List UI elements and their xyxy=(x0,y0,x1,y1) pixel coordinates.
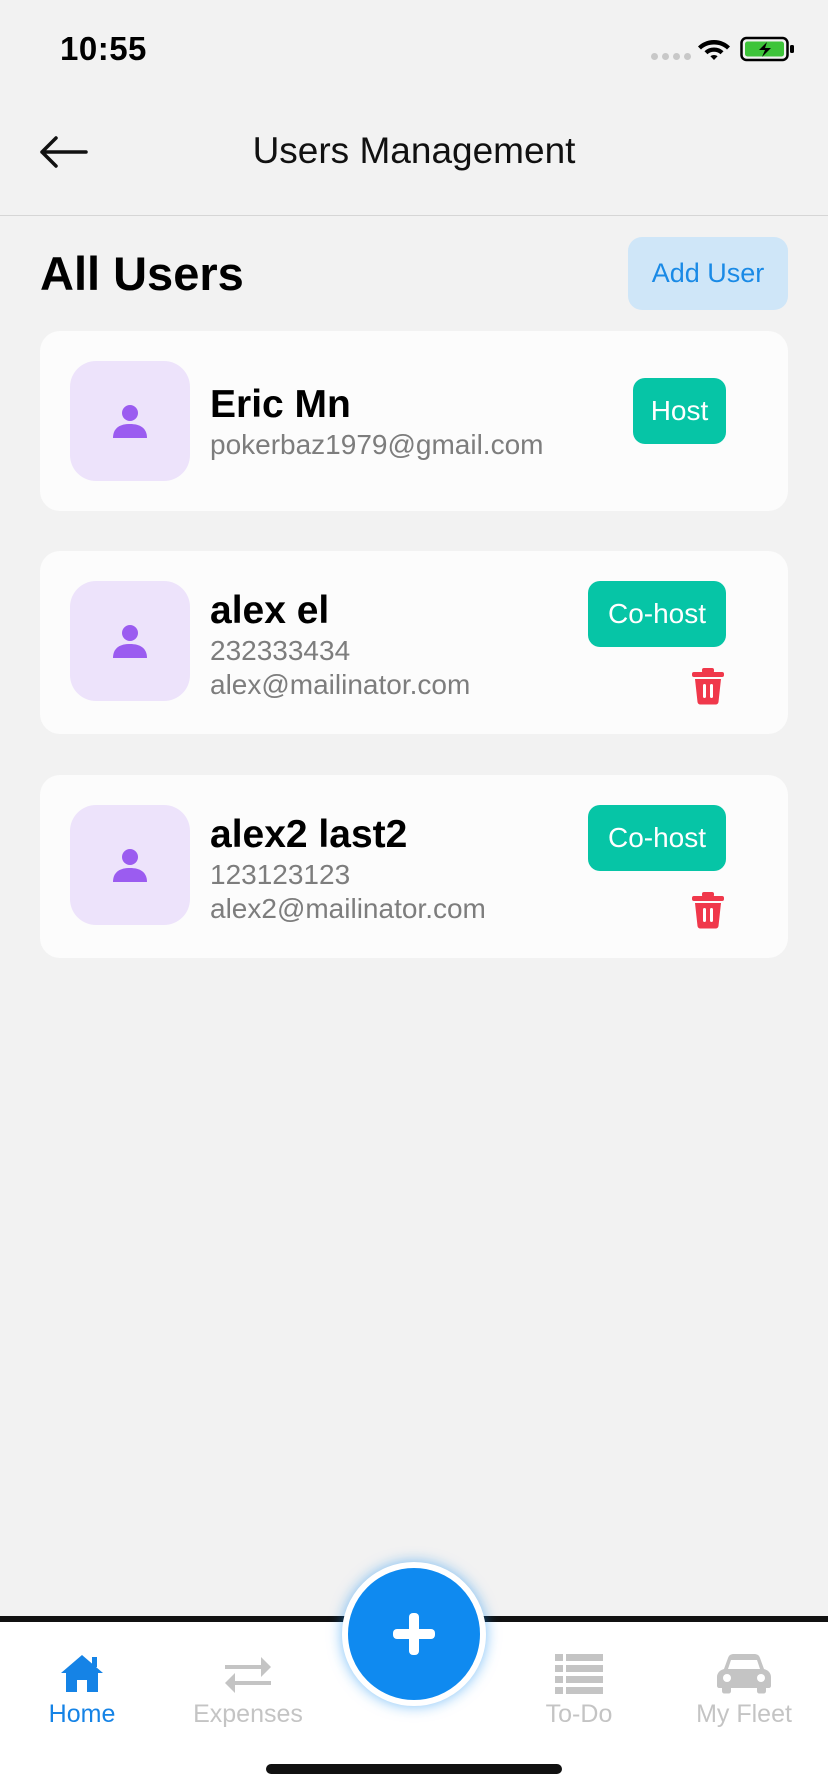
user-phone: 123123123 xyxy=(210,859,351,890)
user-card[interactable]: alex2 last2 123123123 alex2@mailinator.c… xyxy=(40,775,788,958)
trash-icon[interactable] xyxy=(691,891,725,929)
trash-icon[interactable] xyxy=(691,667,725,705)
role-badge-host[interactable]: Host xyxy=(633,378,726,444)
list-icon xyxy=(555,1654,603,1694)
avatar xyxy=(70,805,190,925)
tab-label: Home xyxy=(48,1700,116,1728)
nav-header: Users Management xyxy=(0,100,828,216)
user-email: alex@mailinator.com xyxy=(210,669,471,700)
user-email: pokerbaz1979@gmail.com xyxy=(210,429,544,460)
tab-expenses[interactable]: Expenses xyxy=(173,1652,323,1729)
user-icon xyxy=(113,849,147,882)
section-title: All Users xyxy=(40,247,244,300)
home-icon xyxy=(61,1655,103,1692)
role-badge-cohost[interactable]: Co-host xyxy=(588,805,726,871)
tab-home[interactable]: Home xyxy=(7,1652,157,1729)
status-bar: 10:55 xyxy=(0,0,828,100)
status-time: 10:55 xyxy=(60,30,147,67)
user-card[interactable]: Eric Mn pokerbaz1979@gmail.com Host xyxy=(40,331,788,511)
car-icon xyxy=(717,1654,771,1694)
add-user-button[interactable]: Add User xyxy=(628,237,788,310)
user-name: alex2 last2 xyxy=(210,813,408,856)
tab-todo[interactable]: To-Do xyxy=(504,1652,654,1729)
users-management-screen: 10:55 Users Management All Users Add Use… xyxy=(0,0,828,1792)
home-indicator xyxy=(266,1764,562,1774)
role-badge-cohost[interactable]: Co-host xyxy=(588,581,726,647)
wifi-icon xyxy=(698,40,730,60)
user-name: alex el xyxy=(210,589,330,632)
avatar xyxy=(70,581,190,701)
user-phone: 232333434 xyxy=(210,635,351,666)
plus-icon xyxy=(393,1613,435,1655)
battery-charging-icon xyxy=(740,36,794,62)
user-icon xyxy=(113,625,147,658)
tab-my-fleet[interactable]: My Fleet xyxy=(669,1652,819,1729)
user-card[interactable]: alex el 232333434 alex@mailinator.com Co… xyxy=(40,551,788,734)
user-icon xyxy=(113,405,147,438)
add-fab-button[interactable] xyxy=(342,1562,486,1706)
page-title: Users Management xyxy=(252,130,576,171)
tab-label: To-Do xyxy=(545,1700,613,1728)
user-email: alex2@mailinator.com xyxy=(210,893,486,924)
user-name: Eric Mn xyxy=(210,383,351,426)
tab-label: My Fleet xyxy=(696,1700,792,1728)
arrows-exchange-icon xyxy=(225,1657,271,1693)
cellular-signal-icon xyxy=(651,53,691,60)
tab-label: Expenses xyxy=(193,1700,303,1728)
avatar xyxy=(70,361,190,481)
